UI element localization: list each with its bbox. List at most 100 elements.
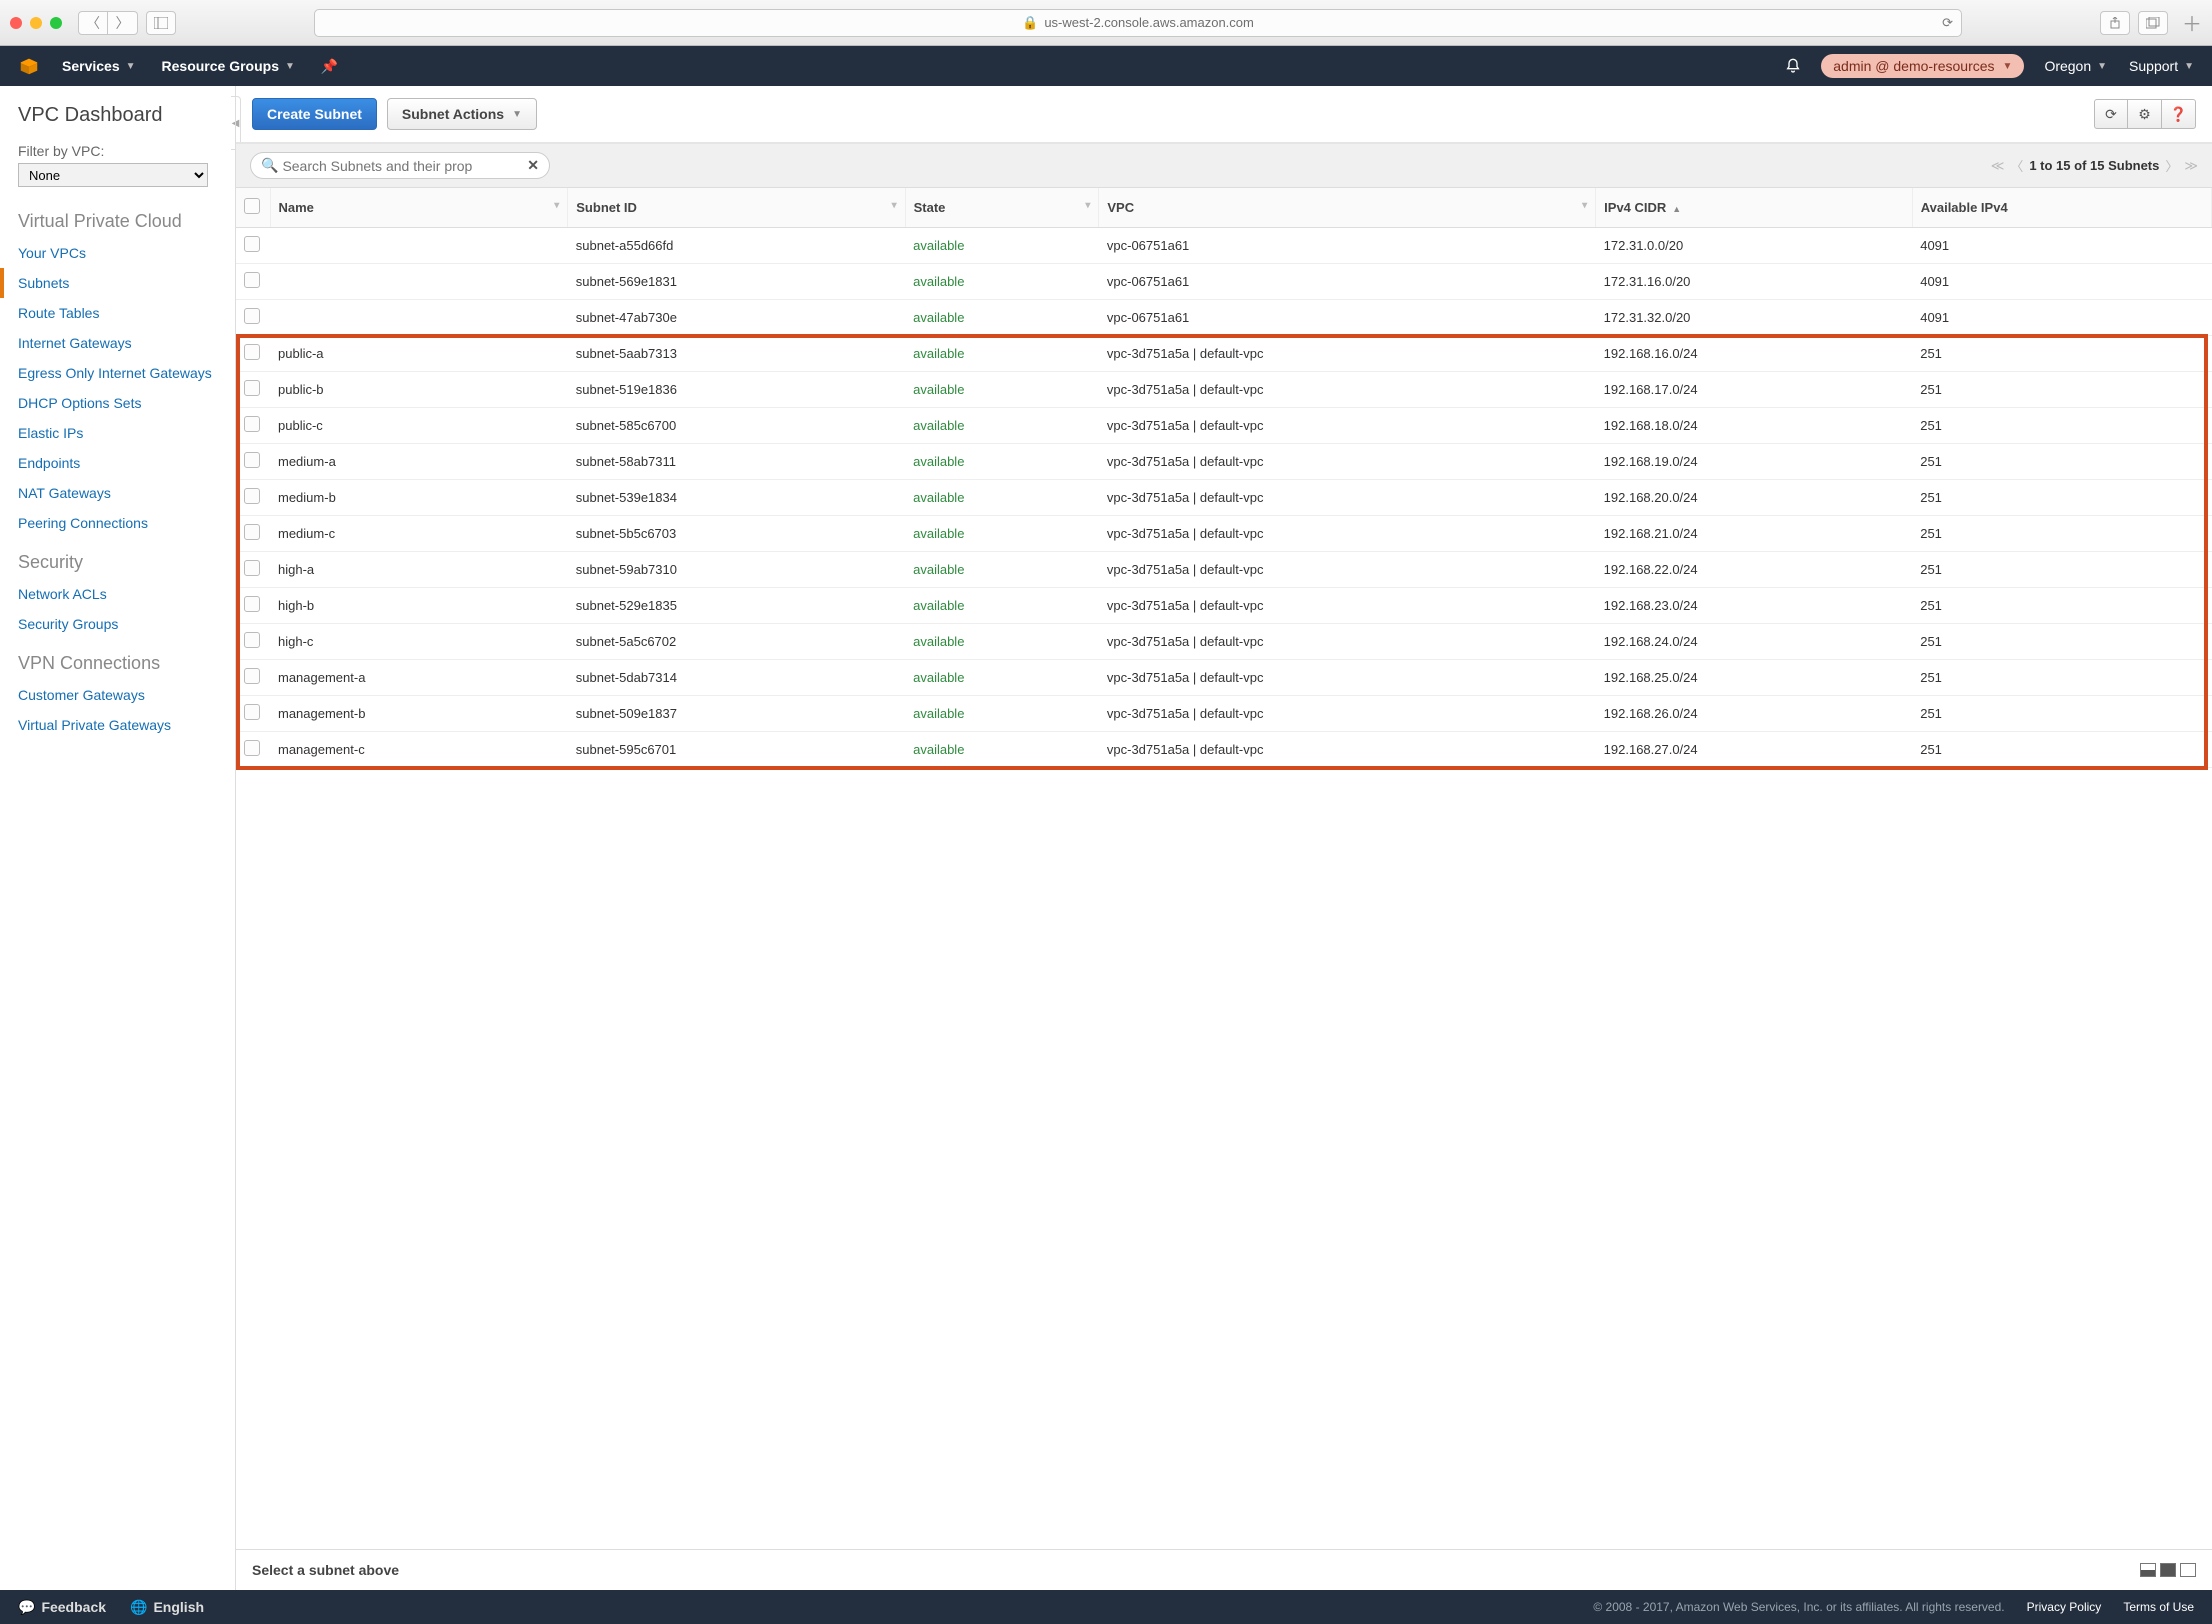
nav-resource-groups[interactable]: Resource Groups ▼ bbox=[162, 58, 295, 74]
table-row[interactable]: medium-bsubnet-539e1834availablevpc-3d75… bbox=[236, 480, 2212, 516]
close-window-icon[interactable] bbox=[10, 17, 22, 29]
tabs-button[interactable] bbox=[2138, 11, 2168, 35]
cell-cidr: 192.168.23.0/24 bbox=[1596, 588, 1913, 624]
refresh-button[interactable]: ⟳ bbox=[2094, 99, 2128, 129]
reload-icon[interactable]: ⟳ bbox=[1942, 15, 1953, 31]
privacy-link[interactable]: Privacy Policy bbox=[2027, 1600, 2102, 1614]
zoom-window-icon[interactable] bbox=[50, 17, 62, 29]
row-checkbox[interactable] bbox=[244, 452, 260, 468]
support-label: Support bbox=[2129, 58, 2178, 74]
sidebar-item-route-tables[interactable]: Route Tables bbox=[0, 298, 235, 328]
search-input[interactable] bbox=[282, 158, 527, 174]
sidebar-item-customer-gateways[interactable]: Customer Gateways bbox=[0, 680, 235, 710]
sidebar-group-security: Security bbox=[0, 538, 235, 579]
select-all-checkbox[interactable] bbox=[244, 198, 260, 214]
col-name[interactable]: Name▾ bbox=[270, 188, 568, 228]
col-subnet-id[interactable]: Subnet ID▾ bbox=[568, 188, 905, 228]
sidebar-item-your-vpcs[interactable]: Your VPCs bbox=[0, 238, 235, 268]
col-available[interactable]: Available IPv4 bbox=[1912, 188, 2211, 228]
table-row[interactable]: medium-asubnet-58ab7311availablevpc-3d75… bbox=[236, 444, 2212, 480]
row-checkbox[interactable] bbox=[244, 740, 260, 756]
region-menu[interactable]: Oregon ▼ bbox=[2044, 58, 2107, 74]
sidebar-toggle-button[interactable] bbox=[146, 11, 176, 35]
subnet-actions-button[interactable]: Subnet Actions ▼ bbox=[387, 98, 537, 130]
row-checkbox[interactable] bbox=[244, 632, 260, 648]
notifications-icon[interactable] bbox=[1785, 58, 1801, 74]
layout-split-icon[interactable] bbox=[2140, 1563, 2156, 1577]
sidebar-item-virtual-private-gateways[interactable]: Virtual Private Gateways bbox=[0, 710, 235, 740]
table-row[interactable]: subnet-47ab730eavailablevpc-06751a61172.… bbox=[236, 300, 2212, 336]
cell-cidr: 192.168.21.0/24 bbox=[1596, 516, 1913, 552]
layout-full-icon[interactable] bbox=[2160, 1563, 2176, 1577]
address-bar[interactable]: 🔒 us-west-2.console.aws.amazon.com ⟳ bbox=[314, 9, 1962, 37]
create-subnet-button[interactable]: Create Subnet bbox=[252, 98, 377, 130]
row-checkbox[interactable] bbox=[244, 236, 260, 252]
sidebar-item-endpoints[interactable]: Endpoints bbox=[0, 448, 235, 478]
sidebar-item-peering-connections[interactable]: Peering Connections bbox=[0, 508, 235, 538]
filter-vpc-select[interactable]: None bbox=[18, 163, 208, 187]
table-row[interactable]: public-bsubnet-519e1836availablevpc-3d75… bbox=[236, 372, 2212, 408]
sidebar-title[interactable]: VPC Dashboard bbox=[0, 104, 235, 135]
pager-next-icon[interactable]: 〉 bbox=[2165, 156, 2178, 175]
sidebar-item-egress-only-internet-gateways[interactable]: Egress Only Internet Gateways bbox=[0, 358, 235, 388]
pager-first-icon[interactable]: ≪ bbox=[1991, 158, 2005, 174]
forward-button[interactable]: 〉 bbox=[108, 11, 138, 35]
table-row[interactable]: management-asubnet-5dab7314availablevpc-… bbox=[236, 660, 2212, 696]
col-vpc[interactable]: VPC▾ bbox=[1099, 188, 1596, 228]
sidebar-item-elastic-ips[interactable]: Elastic IPs bbox=[0, 418, 235, 448]
minimize-window-icon[interactable] bbox=[30, 17, 42, 29]
cell-state: available bbox=[905, 372, 1099, 408]
table-row[interactable]: public-csubnet-585c6700availablevpc-3d75… bbox=[236, 408, 2212, 444]
language-selector[interactable]: 🌐 English bbox=[130, 1599, 204, 1616]
pin-icon[interactable]: 📌 bbox=[321, 58, 338, 75]
table-row[interactable]: subnet-569e1831availablevpc-06751a61172.… bbox=[236, 264, 2212, 300]
feedback-link[interactable]: 💬 Feedback bbox=[18, 1599, 106, 1616]
sidebar-item-nat-gateways[interactable]: NAT Gateways bbox=[0, 478, 235, 508]
row-checkbox[interactable] bbox=[244, 524, 260, 540]
row-checkbox[interactable] bbox=[244, 560, 260, 576]
table-row[interactable]: subnet-a55d66fdavailablevpc-06751a61172.… bbox=[236, 228, 2212, 264]
share-button[interactable] bbox=[2100, 11, 2130, 35]
col-state[interactable]: State▾ bbox=[905, 188, 1099, 228]
row-checkbox[interactable] bbox=[244, 668, 260, 684]
row-checkbox[interactable] bbox=[244, 488, 260, 504]
row-checkbox[interactable] bbox=[244, 308, 260, 324]
pager-prev-icon[interactable]: 〈 bbox=[2010, 156, 2023, 175]
table-row[interactable]: medium-csubnet-5b5c6703availablevpc-3d75… bbox=[236, 516, 2212, 552]
table-row[interactable]: management-csubnet-595c6701availablevpc-… bbox=[236, 732, 2212, 768]
sidebar-item-security-groups[interactable]: Security Groups bbox=[0, 609, 235, 639]
settings-button[interactable]: ⚙ bbox=[2128, 99, 2162, 129]
layout-none-icon[interactable] bbox=[2180, 1563, 2196, 1577]
cell-available: 4091 bbox=[1912, 264, 2211, 300]
nav-services[interactable]: Services ▼ bbox=[62, 58, 136, 74]
table-row[interactable]: management-bsubnet-509e1837availablevpc-… bbox=[236, 696, 2212, 732]
table-row[interactable]: high-csubnet-5a5c6702availablevpc-3d751a… bbox=[236, 624, 2212, 660]
row-checkbox[interactable] bbox=[244, 380, 260, 396]
row-checkbox[interactable] bbox=[244, 596, 260, 612]
clear-search-icon[interactable]: ✕ bbox=[527, 157, 539, 174]
sidebar-item-subnets[interactable]: Subnets bbox=[0, 268, 235, 298]
account-menu[interactable]: admin @ demo-resources ▼ bbox=[1821, 54, 2024, 78]
help-button[interactable]: ❓ bbox=[2162, 99, 2196, 129]
sort-caret-icon: ▾ bbox=[892, 200, 897, 211]
support-menu[interactable]: Support ▼ bbox=[2129, 58, 2194, 74]
row-checkbox[interactable] bbox=[244, 344, 260, 360]
cell-vpc: vpc-3d751a5a | default-vpc bbox=[1099, 588, 1596, 624]
table-row[interactable]: high-asubnet-59ab7310availablevpc-3d751a… bbox=[236, 552, 2212, 588]
terms-link[interactable]: Terms of Use bbox=[2123, 1600, 2194, 1614]
aws-logo-icon[interactable] bbox=[18, 55, 40, 77]
search-icon: 🔍 bbox=[261, 157, 278, 174]
new-tab-button[interactable]: ＋ bbox=[2182, 8, 2202, 37]
pager-last-icon[interactable]: ≫ bbox=[2184, 158, 2198, 174]
sidebar-item-network-acls[interactable]: Network ACLs bbox=[0, 579, 235, 609]
back-button[interactable]: 〈 bbox=[78, 11, 108, 35]
sidebar-item-dhcp-options-sets[interactable]: DHCP Options Sets bbox=[0, 388, 235, 418]
row-checkbox[interactable] bbox=[244, 272, 260, 288]
aws-top-nav: Services ▼ Resource Groups ▼ 📌 admin @ d… bbox=[0, 46, 2212, 86]
row-checkbox[interactable] bbox=[244, 416, 260, 432]
table-row[interactable]: public-asubnet-5aab7313availablevpc-3d75… bbox=[236, 336, 2212, 372]
sidebar-item-internet-gateways[interactable]: Internet Gateways bbox=[0, 328, 235, 358]
col-cidr[interactable]: IPv4 CIDR bbox=[1596, 188, 1913, 228]
table-row[interactable]: high-bsubnet-529e1835availablevpc-3d751a… bbox=[236, 588, 2212, 624]
row-checkbox[interactable] bbox=[244, 704, 260, 720]
